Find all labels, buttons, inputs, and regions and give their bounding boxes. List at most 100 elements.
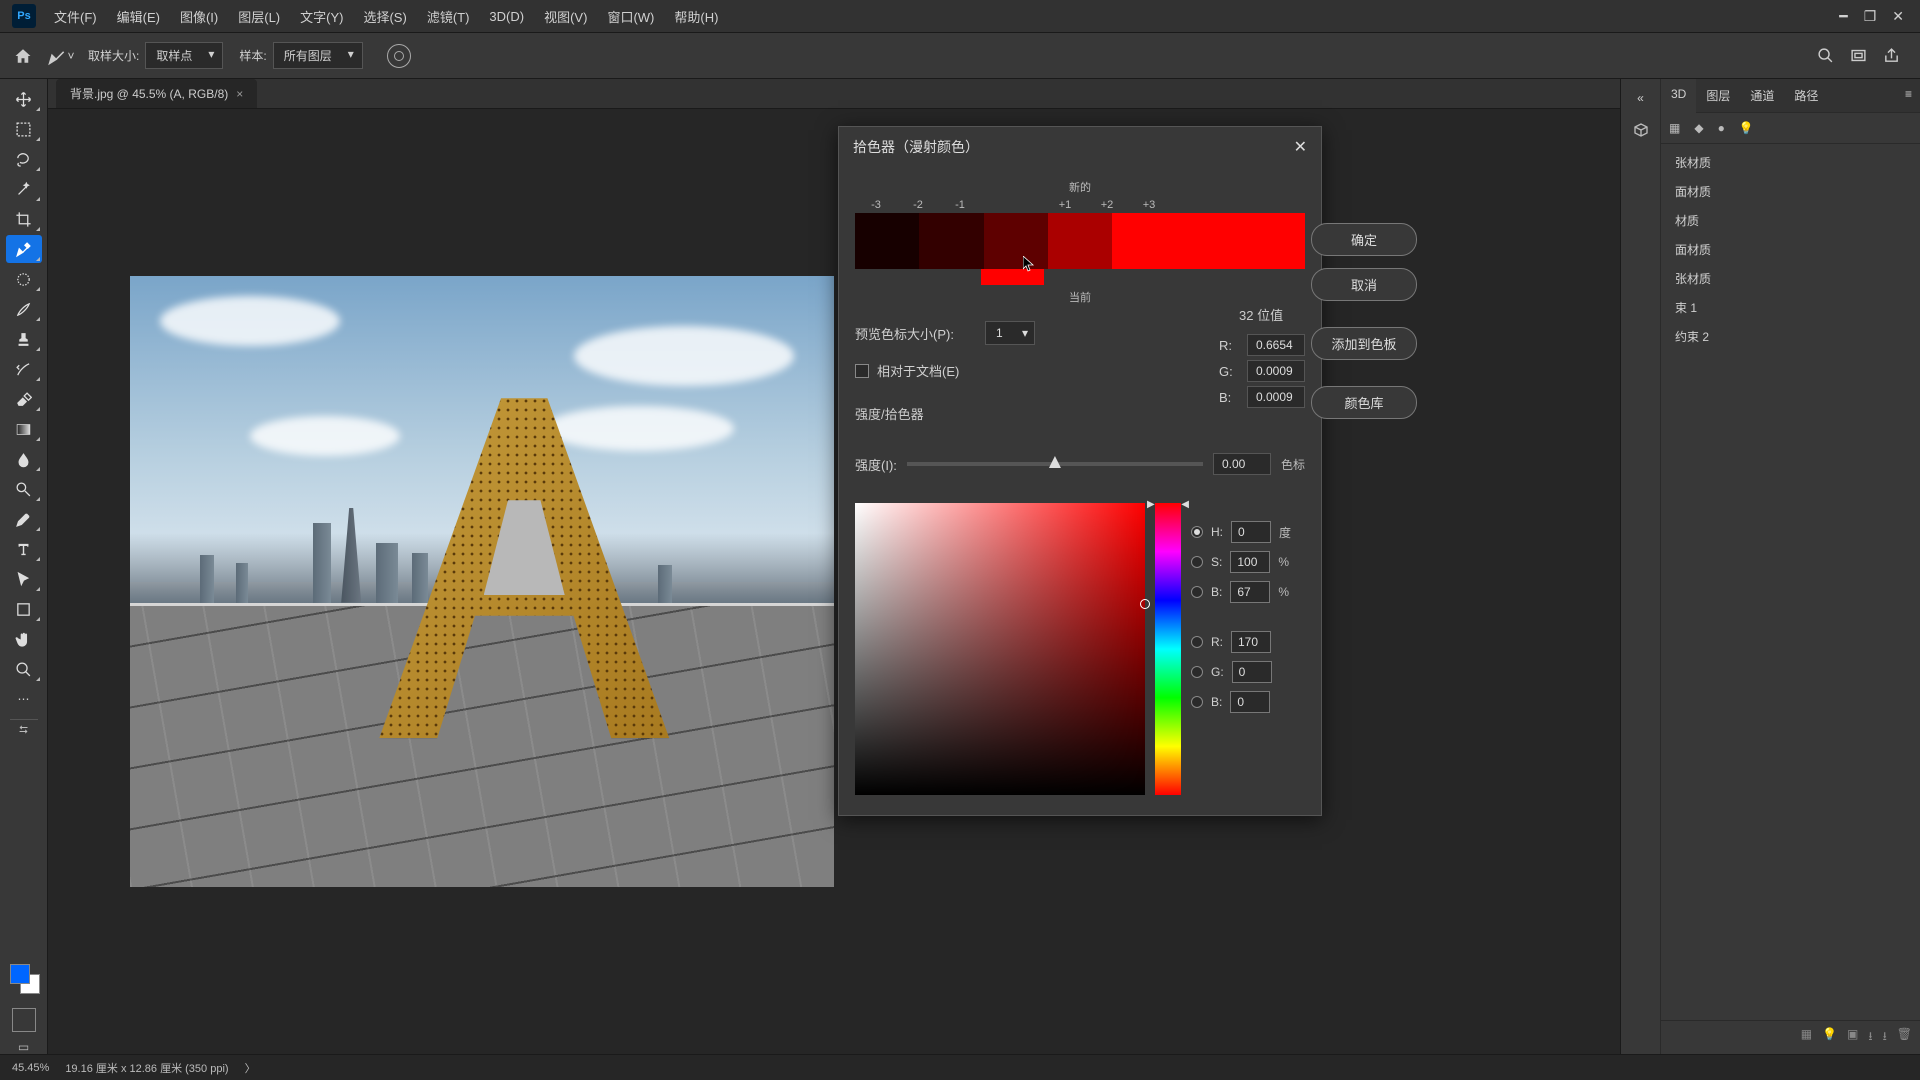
cancel-button[interactable]: 取消 [1311,268,1417,301]
slider-thumb[interactable] [1049,456,1061,468]
pen-tool[interactable] [6,505,42,533]
collapse-icon[interactable]: « [1631,85,1650,111]
sample-ring-icon[interactable] [387,44,411,68]
preview-size-select[interactable]: 1 [985,321,1035,345]
tab-paths[interactable]: 路径 [1784,79,1828,112]
close-window-icon[interactable]: ✕ [1892,8,1904,25]
mesh-filter-icon[interactable]: ◆ [1694,121,1703,135]
cam-icon[interactable]: ▣ [1847,1027,1858,1048]
eraser-tool[interactable] [6,385,42,413]
relative-checkbox-row[interactable]: 相对于文档(E) [855,361,1199,380]
list-item[interactable]: 束 1 [1661,293,1920,322]
material-filter-icon[interactable]: ● [1718,121,1725,135]
marquee-tool[interactable] [6,115,42,143]
swatch-center[interactable] [1048,213,1112,269]
sample-dropdown[interactable]: 所有图层 [273,42,363,69]
b-radio[interactable] [1191,586,1203,598]
tab-close-icon[interactable]: × [236,87,243,101]
b32-input[interactable]: 0.0009 [1247,386,1305,408]
type-tool[interactable] [6,535,42,563]
menu-view[interactable]: 视图(V) [534,3,597,30]
zoom-tool[interactable] [6,655,42,683]
menu-3d[interactable]: 3D(D) [479,5,534,28]
menu-select[interactable]: 选择(S) [353,3,416,30]
minimize-icon[interactable]: ━ [1839,8,1847,25]
blur-tool[interactable] [6,445,42,473]
dodge-tool[interactable] [6,475,42,503]
swatch-minus3[interactable] [855,213,919,269]
share-icon[interactable] [1883,47,1900,64]
list-item[interactable]: 张材质 [1661,264,1920,293]
bb-radio[interactable] [1191,696,1203,708]
menu-layer[interactable]: 图层(L) [228,3,290,30]
shape-tool[interactable] [6,595,42,623]
color-library-button[interactable]: 颜色库 [1311,386,1417,419]
h-radio[interactable] [1191,526,1203,538]
more-tools[interactable]: ⋯ [6,685,42,713]
swatch-plus3[interactable] [1241,213,1305,269]
menu-image[interactable]: 图像(I) [170,3,228,30]
trash-icon[interactable]: 🗑 [1897,1027,1912,1048]
light-icon[interactable]: 💡 [1822,1027,1837,1048]
b-input[interactable]: 67 [1230,581,1270,603]
document-tab[interactable]: 背景.jpg @ 45.5% (A, RGB/8) × [56,79,257,108]
foreground-swatch[interactable] [10,964,30,984]
bb-input[interactable]: 0 [1230,691,1270,713]
light-filter-icon[interactable]: 💡 [1739,121,1754,135]
menu-type[interactable]: 文字(Y) [290,3,353,30]
quick-mask-toggle[interactable] [12,1008,36,1032]
list-item[interactable]: 面材质 [1661,177,1920,206]
home-icon[interactable] [8,41,38,71]
gg-input[interactable]: 0 [1232,661,1272,683]
gg-radio[interactable] [1191,666,1203,678]
intensity-slider[interactable] [907,462,1203,466]
frame-icon[interactable] [1850,47,1867,64]
status-menu-icon[interactable]: 〉 [245,1060,256,1076]
heal-tool[interactable] [6,265,42,293]
dialog-titlebar[interactable]: 拾色器（漫射颜色） ✕ [839,127,1321,167]
saturation-value-field[interactable] [855,503,1145,795]
tab-channels[interactable]: 通道 [1740,79,1784,112]
list-item[interactable]: 张材质 [1661,148,1920,177]
new2-icon[interactable]: ⭳ [1883,1027,1887,1048]
swap-colors-icon[interactable]: ⮀ [19,724,28,737]
move-tool[interactable] [6,85,42,113]
relative-checkbox[interactable] [855,364,869,378]
s-radio[interactable] [1191,556,1203,568]
path-select-tool[interactable] [6,565,42,593]
rr-radio[interactable] [1191,636,1203,648]
list-item[interactable]: 面材质 [1661,235,1920,264]
hand-tool[interactable] [6,625,42,653]
eyedropper-tool[interactable] [6,235,42,263]
ok-button[interactable]: 确定 [1311,223,1417,256]
s-input[interactable]: 100 [1230,551,1270,573]
hue-slider[interactable]: ▶◀ [1155,503,1181,795]
satval-indicator[interactable] [1140,599,1150,609]
menu-window[interactable]: 窗口(W) [597,3,664,30]
panel-menu-icon[interactable]: ≡ [1897,79,1920,112]
intensity-input[interactable]: 0.00 [1213,453,1271,475]
tab-3d[interactable]: 3D [1661,79,1696,113]
swatch-minus2[interactable] [919,213,983,269]
menu-help[interactable]: 帮助(H) [664,3,728,30]
r32-input[interactable]: 0.6654 [1247,334,1305,356]
brush-tool[interactable] [6,295,42,323]
dialog-close-icon[interactable]: ✕ [1294,137,1307,157]
color-swatches[interactable] [6,958,42,1000]
history-brush-tool[interactable] [6,355,42,383]
list-item[interactable]: 约束 2 [1661,322,1920,351]
maximize-icon[interactable]: ❐ [1864,8,1877,25]
new-icon[interactable]: ⭳ [1868,1027,1872,1048]
swatch-plus1[interactable] [1112,213,1176,269]
sample-size-dropdown[interactable]: 取样点 [145,42,223,69]
search-icon[interactable] [1817,47,1834,64]
wand-tool[interactable] [6,175,42,203]
panel-icon-3d[interactable] [1626,115,1656,145]
stamp-tool[interactable] [6,325,42,353]
add-swatch-button[interactable]: 添加到色板 [1311,327,1417,360]
g32-input[interactable]: 0.0009 [1247,360,1305,382]
gradient-tool[interactable] [6,415,42,443]
h-input[interactable]: 0 [1231,521,1271,543]
render-icon[interactable]: ▦ [1801,1027,1812,1048]
menu-filter[interactable]: 滤镜(T) [417,3,480,30]
